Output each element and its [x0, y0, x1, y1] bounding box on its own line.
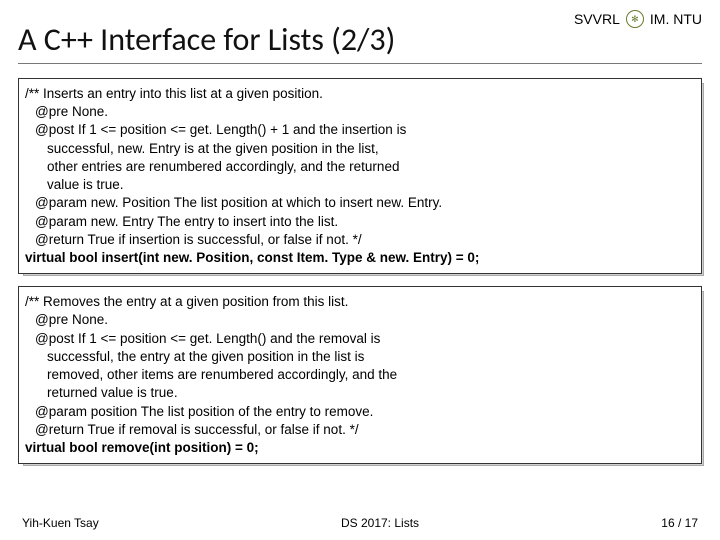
code-box: /** Removes the entry at a given positio…: [18, 286, 702, 464]
code-block-remove: /** Removes the entry at a given positio…: [18, 286, 702, 464]
doc-line: @param new. Position The list position a…: [25, 194, 693, 212]
slide-header: SVVRL ✻ IM. NTU A C++ Interface for List…: [0, 0, 720, 64]
footer-page: 16 / 17: [661, 516, 698, 530]
slide-footer: Yih-Kuen Tsay DS 2017: Lists 16 / 17: [0, 516, 720, 530]
signature-line: virtual bool remove(int position) = 0;: [25, 439, 693, 457]
signature-line: virtual bool insert(int new. Position, c…: [25, 249, 693, 267]
doc-line: @post If 1 <= position <= get. Length() …: [25, 330, 693, 348]
doc-line: value is true.: [25, 176, 693, 194]
footer-course: DS 2017: Lists: [99, 516, 662, 530]
doc-line: @return True if removal is successful, o…: [25, 421, 693, 439]
doc-line: successful, the entry at the given posit…: [25, 348, 693, 366]
doc-line: other entries are renumbered accordingly…: [25, 158, 693, 176]
org-left: SVVRL: [574, 11, 620, 27]
doc-line: @param position The list position of the…: [25, 403, 693, 421]
footer-author: Yih-Kuen Tsay: [22, 516, 99, 530]
doc-line: successful, new. Entry is at the given p…: [25, 140, 693, 158]
slide-content: /** Inserts an entry into this list at a…: [0, 78, 720, 464]
ntu-logo-icon: ✻: [626, 10, 644, 28]
doc-line: @pre None.: [25, 103, 693, 121]
doc-line: /** Inserts an entry into this list at a…: [25, 85, 693, 103]
org-right: IM. NTU: [650, 11, 702, 27]
doc-line: @return True if insertion is successful,…: [25, 231, 693, 249]
doc-line: @param new. Entry The entry to insert in…: [25, 213, 693, 231]
doc-line: @pre None.: [25, 311, 693, 329]
title-divider: [18, 63, 702, 64]
doc-line: removed, other items are renumbered acco…: [25, 366, 693, 384]
affiliation-block: SVVRL ✻ IM. NTU: [574, 10, 702, 28]
doc-line: @post If 1 <= position <= get. Length() …: [25, 121, 693, 139]
code-block-insert: /** Inserts an entry into this list at a…: [18, 78, 702, 274]
doc-line: /** Removes the entry at a given positio…: [25, 293, 693, 311]
code-box: /** Inserts an entry into this list at a…: [18, 78, 702, 274]
doc-line: returned value is true.: [25, 384, 693, 402]
